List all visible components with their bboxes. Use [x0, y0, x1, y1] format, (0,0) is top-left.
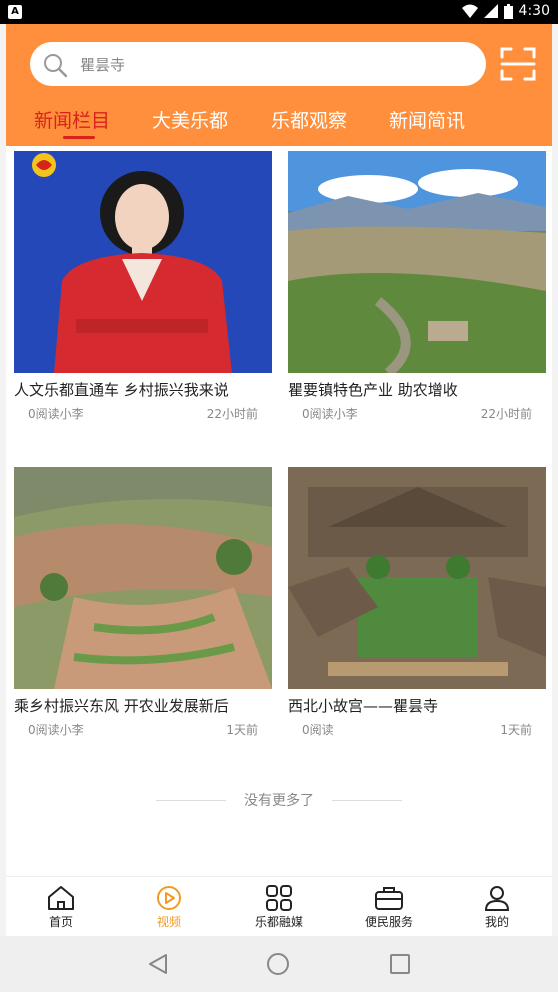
divider: [332, 800, 402, 801]
status-bar: A 4:30: [0, 0, 558, 24]
author: 小李: [59, 723, 84, 737]
article-meta: 0阅读 1天前: [288, 719, 548, 739]
author: 小李: [59, 407, 84, 421]
no-more-indicator: 没有更多了: [6, 790, 552, 810]
read-count: 0阅读: [28, 407, 60, 421]
nav-label: 我的: [484, 915, 509, 929]
wifi-icon: [461, 4, 478, 18]
read-count: 0阅读: [302, 723, 334, 737]
bottom-navigation: 首页 视频 乐都融媒 便民服务 我的: [6, 876, 552, 937]
article-grid: 人文乐都直通车 乡村振兴我来说 0阅读小李 22小时前 瞿要镇特色产业 助农增收…: [6, 146, 552, 876]
home-icon: [48, 886, 74, 910]
back-icon[interactable]: [146, 952, 170, 976]
scan-icon[interactable]: [500, 46, 536, 82]
publish-time: 1天前: [500, 723, 532, 737]
divider: [156, 800, 226, 801]
clock: 4:30: [518, 3, 550, 19]
battery-icon: [503, 3, 513, 19]
read-count: 0阅读: [28, 723, 60, 737]
active-tab-indicator: [63, 136, 95, 139]
nav-ledu-media[interactable]: 乐都融媒: [234, 885, 324, 930]
header: 瞿昙寺 新闻栏目 大美乐都 乐都观察 新闻简讯: [6, 24, 552, 146]
user-icon: [484, 886, 510, 911]
search-input[interactable]: 瞿昙寺: [30, 42, 486, 86]
category-tabs: 新闻栏目 大美乐都 乐都观察 新闻简讯: [6, 98, 552, 142]
article-meta: 0阅读小李 22小时前: [288, 403, 548, 423]
tab-beautiful-ledu[interactable]: 大美乐都: [152, 106, 228, 133]
article-card[interactable]: 人文乐都直通车 乡村振兴我来说 0阅读小李 22小时前: [14, 151, 274, 423]
author: 小李: [333, 407, 358, 421]
app-notification-icon: A: [8, 5, 22, 19]
article-title: 乘乡村振兴东风 开农业发展新后: [14, 697, 229, 715]
tab-news-brief[interactable]: 新闻简讯: [389, 106, 465, 133]
no-more-text: 没有更多了: [244, 793, 314, 809]
article-title: 西北小故宫——瞿昙寺: [288, 697, 439, 715]
article-thumbnail: [288, 151, 546, 373]
nav-services[interactable]: 便民服务: [344, 885, 434, 930]
article-thumbnail: [14, 151, 272, 373]
article-title: 瞿要镇特色产业 助农增收: [288, 381, 458, 399]
publish-time: 1天前: [226, 723, 258, 737]
publish-time: 22小时前: [480, 407, 532, 421]
article-card[interactable]: 瞿要镇特色产业 助农增收 0阅读小李 22小时前: [288, 151, 548, 423]
article-meta: 0阅读小李 1天前: [14, 719, 274, 739]
nav-video[interactable]: 视频: [124, 885, 214, 930]
system-navigation-bar: [0, 936, 558, 992]
nav-profile[interactable]: 我的: [452, 885, 542, 930]
read-count: 0阅读: [302, 407, 334, 421]
nav-label: 便民服务: [364, 915, 413, 929]
signal-icon: [483, 4, 498, 18]
play-icon: [157, 886, 181, 910]
nav-label: 乐都融媒: [254, 915, 303, 929]
nav-home[interactable]: 首页: [16, 885, 106, 930]
nav-label: 视频: [156, 915, 181, 929]
recents-icon[interactable]: [388, 952, 412, 976]
nav-label: 首页: [48, 915, 73, 929]
search-icon: [44, 54, 68, 78]
article-thumbnail: [14, 467, 272, 689]
article-card[interactable]: 乘乡村振兴东风 开农业发展新后 0阅读小李 1天前: [14, 467, 274, 739]
grid-icon: [266, 885, 292, 911]
article-title: 人文乐都直通车 乡村振兴我来说: [14, 381, 229, 399]
tab-news-column[interactable]: 新闻栏目: [34, 106, 110, 133]
briefcase-icon: [375, 887, 403, 910]
publish-time: 22小时前: [206, 407, 258, 421]
tab-ledu-observation[interactable]: 乐都观察: [271, 106, 347, 133]
article-card[interactable]: 西北小故宫——瞿昙寺 0阅读 1天前: [288, 467, 548, 739]
article-meta: 0阅读小李 22小时前: [14, 403, 274, 423]
article-thumbnail: [288, 467, 546, 689]
home-circle-icon[interactable]: [266, 952, 290, 976]
search-placeholder: 瞿昙寺: [80, 56, 126, 74]
